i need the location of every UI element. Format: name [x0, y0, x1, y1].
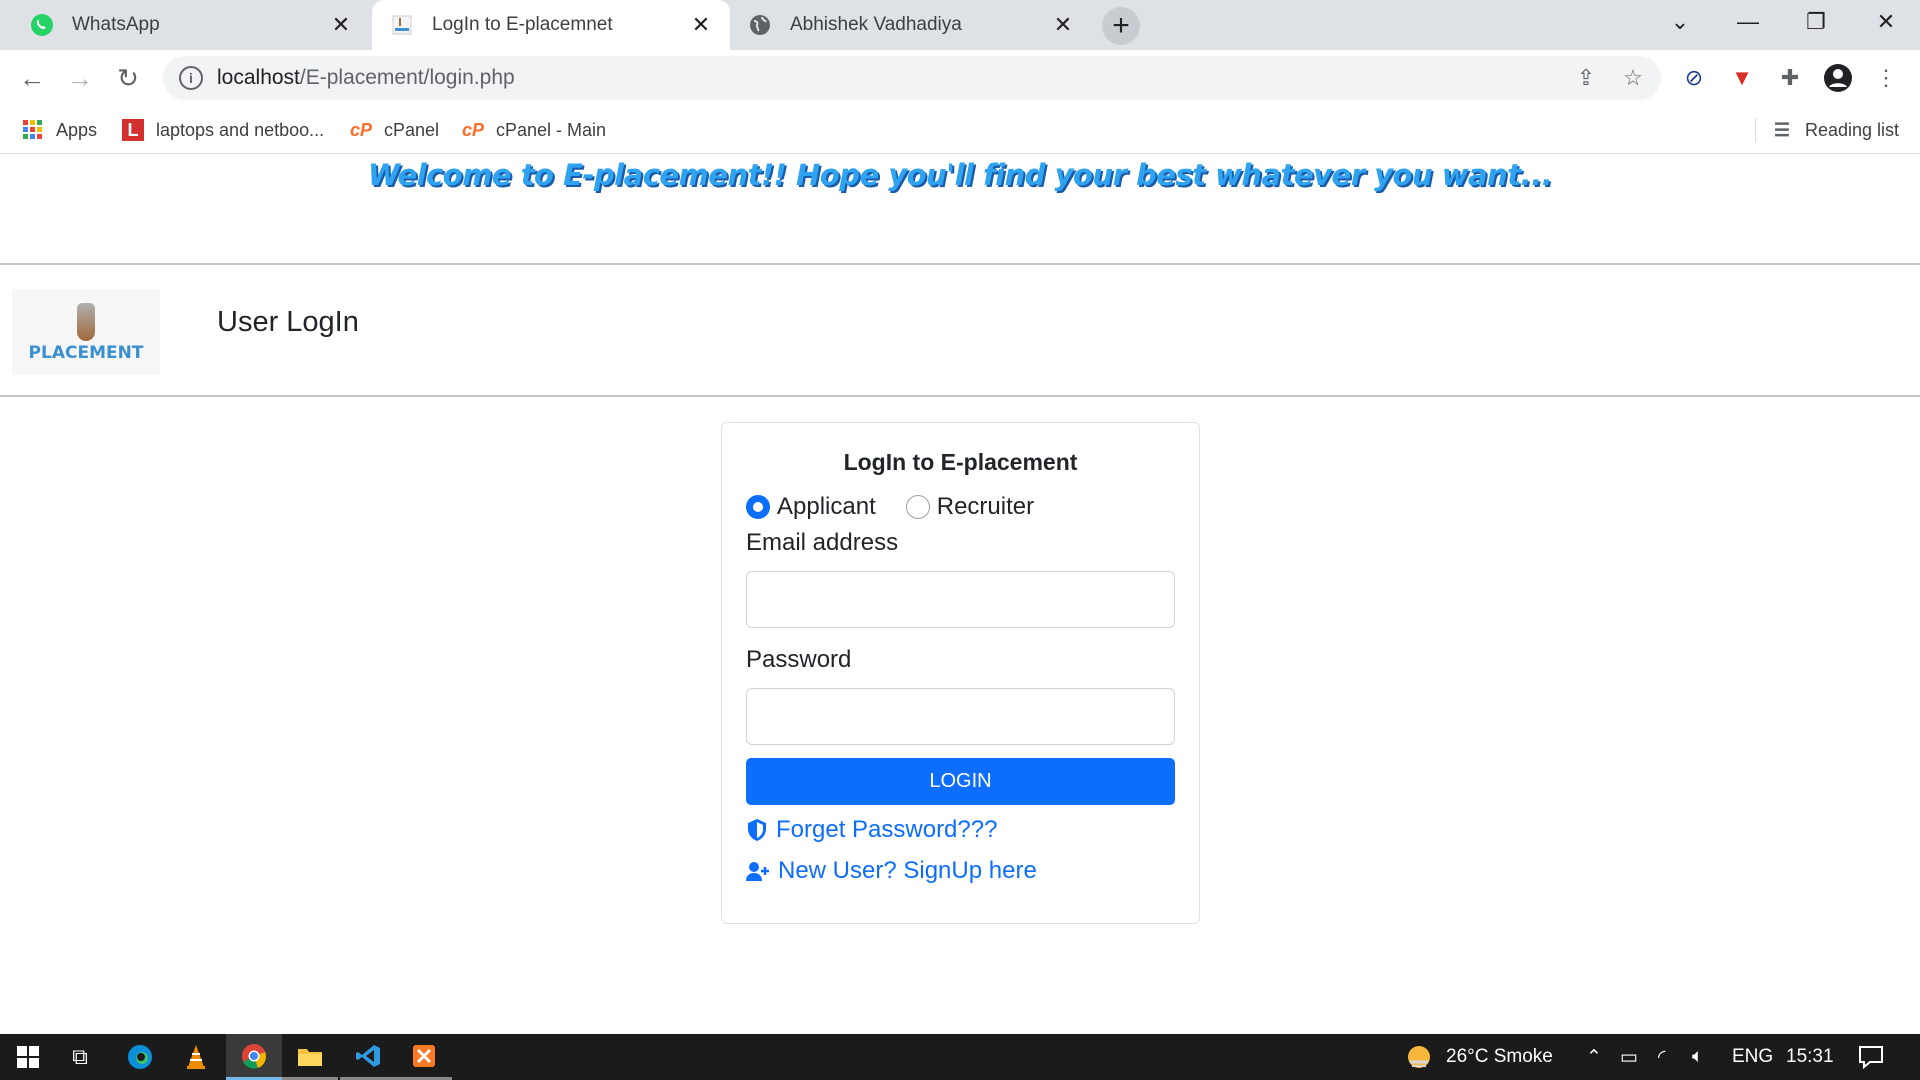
password-field[interactable]	[746, 688, 1175, 745]
page-favicon	[390, 13, 414, 37]
vlc-icon[interactable]	[168, 1034, 224, 1080]
signup-link[interactable]: New User? SignUp here	[746, 857, 1037, 885]
windows-start-icon[interactable]	[0, 1034, 56, 1080]
login-card: LogIn to E-placement Applicant Recruiter…	[721, 422, 1200, 924]
tab-title: WhatsApp	[72, 14, 160, 35]
edge-icon[interactable]	[112, 1034, 168, 1080]
task-view-icon[interactable]: ⧉	[52, 1034, 108, 1080]
toolbar: ← → ↻ i localhost/E-placement/login.php …	[0, 50, 1920, 106]
eplacement-logo: PLACEMENT	[12, 289, 160, 375]
cpanel-icon: cP	[349, 119, 373, 140]
chrome-taskbar-icon[interactable]	[226, 1034, 282, 1080]
welcome-marquee: Welcome to E-placement!! Hope you'll fin…	[367, 158, 1553, 192]
reading-list-label: Reading list	[1805, 119, 1900, 140]
bookmark-label: laptops and netboo...	[156, 119, 325, 140]
divider	[0, 263, 1920, 265]
forgot-password-link[interactable]: Forget Password???	[746, 816, 997, 844]
shield-icon	[748, 819, 766, 841]
weather-sun-icon	[1408, 1046, 1430, 1068]
pocket-extension-icon[interactable]: ▼	[1726, 62, 1758, 94]
clock[interactable]: 15:31	[1786, 1034, 1834, 1080]
notifications-icon[interactable]	[1858, 1034, 1884, 1080]
file-explorer-icon[interactable]	[282, 1034, 338, 1080]
taskbar: ⧉ 26°C Smoke ⌃ ▭ ◜ 🔈︎ ENG 15:31	[0, 1034, 1920, 1080]
new-tab-button[interactable]: +	[1102, 7, 1140, 45]
bookmark-cpanel[interactable]: cP cPanel	[350, 106, 439, 154]
tab-whatsapp[interactable]: WhatsApp ✕	[0, 0, 370, 50]
bookmarks-divider	[1755, 118, 1756, 142]
block-extension-icon[interactable]: ⊘	[1678, 62, 1710, 94]
back-icon[interactable]: ←	[12, 58, 52, 98]
browser-chrome: WhatsApp ✕ LogIn to E-placemnet ✕ Abhish…	[0, 0, 1920, 154]
recruiter-label[interactable]: Recruiter	[937, 493, 1034, 521]
logo-hand-graphic	[77, 303, 95, 341]
url-path: /E-placement/login.php	[299, 66, 515, 89]
close-tab-icon[interactable]: ✕	[1048, 10, 1078, 40]
login-button[interactable]: LOGIN	[746, 758, 1175, 805]
role-radio-group: Applicant Recruiter	[746, 493, 1034, 521]
divider	[0, 395, 1920, 397]
password-label: Password	[746, 646, 852, 673]
tab-title: LogIn to E-placemnet	[432, 14, 613, 35]
site-info-icon[interactable]: i	[179, 66, 203, 90]
tab-search-icon[interactable]: ⌄	[1645, 0, 1715, 44]
signup-text: New User? SignUp here	[778, 857, 1037, 884]
extensions-puzzle-icon[interactable]: ✚	[1774, 62, 1806, 94]
apps-grid-icon	[22, 119, 44, 141]
restore-icon[interactable]: ❐	[1781, 0, 1851, 44]
volume-icon[interactable]: 🔈︎	[1692, 1034, 1703, 1080]
share-icon[interactable]: ⇪	[1572, 64, 1600, 92]
battery-icon[interactable]: ▭	[1620, 1034, 1638, 1080]
vscode-icon[interactable]	[340, 1034, 396, 1080]
bookmark-cpanel-main[interactable]: cP cPanel - Main	[462, 106, 606, 154]
url-host: localhost	[217, 66, 300, 89]
reload-icon[interactable]: ↻	[108, 58, 148, 98]
lenovo-l-icon: L	[122, 119, 144, 141]
recruiter-radio[interactable]	[905, 495, 930, 519]
wifi-icon[interactable]: ◜	[1658, 1034, 1665, 1080]
tab-login[interactable]: LogIn to E-placemnet ✕	[372, 0, 730, 50]
weather-text: 26°C Smoke	[1446, 1046, 1553, 1067]
bookmark-label: cPanel	[384, 119, 440, 140]
bookmark-star-icon[interactable]: ☆	[1619, 64, 1647, 92]
url-text[interactable]: localhost/E-placement/login.php	[217, 66, 515, 90]
whatsapp-icon	[30, 13, 54, 37]
tab-strip: WhatsApp ✕ LogIn to E-placemnet ✕ Abhish…	[0, 0, 1920, 50]
bookmark-label: Apps	[56, 119, 98, 140]
bookmark-laptops[interactable]: L laptops and netboo...	[122, 106, 324, 154]
login-card-title: LogIn to E-placement	[843, 449, 1078, 475]
email-label: Email address	[746, 529, 899, 556]
cpanel-icon: cP	[461, 119, 485, 140]
reading-list-icon: ☰	[1773, 119, 1791, 140]
applicant-label[interactable]: Applicant	[777, 493, 876, 521]
weather-widget[interactable]: 26°C Smoke	[1404, 1034, 1553, 1080]
forward-icon[interactable]: →	[60, 58, 100, 98]
address-bar[interactable]: i localhost/E-placement/login.php ⇪ ☆	[163, 56, 1661, 100]
minimize-icon[interactable]: —	[1713, 0, 1783, 44]
close-tab-icon[interactable]: ✕	[686, 10, 716, 40]
email-field[interactable]	[746, 571, 1175, 628]
menu-kebab-icon[interactable]: ⋮	[1870, 62, 1902, 94]
profile-avatar-icon[interactable]	[1822, 62, 1854, 94]
tab-abhishek[interactable]: Abhishek Vadhadiya ✕	[732, 0, 1092, 50]
applicant-radio[interactable]	[746, 495, 770, 519]
xampp-icon[interactable]	[396, 1034, 452, 1080]
close-tab-icon[interactable]: ✕	[326, 10, 356, 40]
page-content: Welcome to E-placement!! Hope you'll fin…	[0, 154, 1920, 1034]
bookmark-apps[interactable]: Apps	[22, 106, 97, 154]
tray-chevron-icon[interactable]: ⌃	[1586, 1034, 1602, 1080]
bookmark-label: cPanel - Main	[496, 119, 607, 140]
globe-icon	[748, 13, 772, 37]
bookmarks-bar: Apps L laptops and netboo... cP cPanel c…	[0, 106, 1920, 154]
page-title: User LogIn	[217, 306, 359, 338]
language-indicator[interactable]: ENG	[1732, 1034, 1773, 1080]
close-window-icon[interactable]: ✕	[1851, 0, 1920, 44]
add-user-icon	[746, 862, 769, 881]
tab-title: Abhishek Vadhadiya	[790, 14, 962, 35]
logo-text: PLACEMENT	[28, 343, 144, 363]
forgot-password-text: Forget Password???	[776, 816, 998, 843]
reading-list-button[interactable]: ☰ Reading list	[1771, 106, 1899, 154]
